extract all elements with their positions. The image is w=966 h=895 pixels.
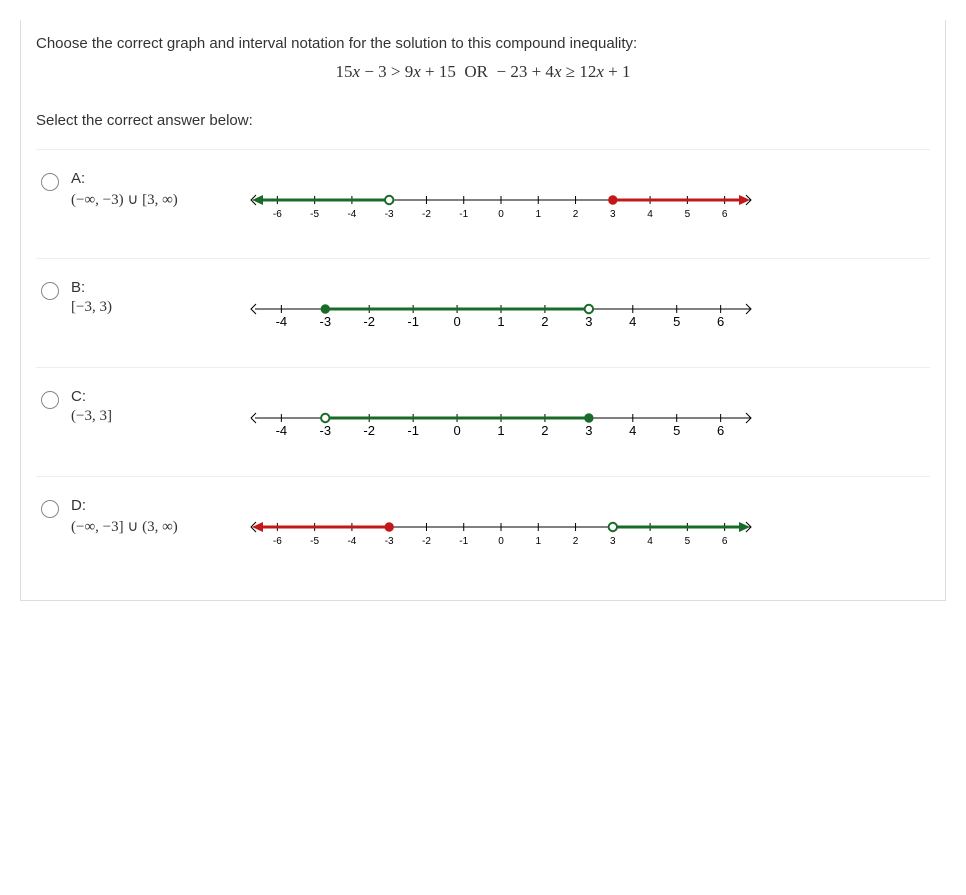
svg-text:4: 4 [629,314,636,329]
svg-text:-3: -3 [385,536,394,547]
svg-text:2: 2 [573,209,579,220]
svg-text:-3: -3 [385,209,394,220]
option-D[interactable]: D: (−∞, −3] ∪ (3, ∞) -6 -5 -4 -3 -2 -1 0 1 2 3 4 5 6 [36,476,930,585]
graph-container: -4 -3 -2 -1 0 1 2 3 4 5 6 [241,279,925,337]
options-list: A:(−∞, −3) ∪ [3, ∞)-6-5-4-3-2-10123456B:… [36,149,930,585]
svg-text:-3: -3 [320,314,332,329]
option-label: D: [71,497,241,514]
number-line-graph: -4 -3 -2 -1 0 1 2 3 4 5 6 [241,406,761,446]
option-label: B: [71,279,241,296]
svg-text:4: 4 [647,209,653,220]
svg-text:6: 6 [722,536,728,547]
svg-text:-1: -1 [407,314,419,329]
svg-text:2: 2 [573,536,579,547]
svg-text:3: 3 [585,423,592,438]
interval-notation: (−3, 3] [71,408,241,425]
svg-text:3: 3 [610,209,616,220]
svg-text:2: 2 [541,423,548,438]
radio-button[interactable] [41,391,59,409]
number-line-graph: -4 -3 -2 -1 0 1 2 3 4 5 6 [241,297,761,337]
svg-text:-4: -4 [347,536,356,547]
svg-text:1: 1 [497,314,504,329]
svg-text:-4: -4 [276,314,288,329]
svg-text:1: 1 [535,209,541,220]
svg-text:-1: -1 [407,423,419,438]
svg-text:-1: -1 [459,536,468,547]
number-line-graph: -6 -5 -4 -3 -2 -1 0 1 2 3 4 5 6 [241,515,761,555]
svg-text:-2: -2 [422,536,431,547]
svg-text:6: 6 [722,209,728,220]
svg-text:0: 0 [498,209,504,220]
svg-text:-1: -1 [459,209,468,220]
svg-text:5: 5 [673,423,680,438]
svg-text:2: 2 [541,314,548,329]
graph-container: -6 -5 -4 -3 -2 -1 0 1 2 3 4 5 6 [241,170,925,228]
option-label: A: [71,170,241,187]
option-C[interactable]: C: (−3, 3] -4 -3 -2 -1 0 1 2 3 4 5 6 [36,367,930,476]
svg-text:-5: -5 [310,209,319,220]
graph-container: -4 -3 -2 -1 0 1 2 3 4 5 6 [241,388,925,446]
option-A[interactable]: A: (−∞, −3) ∪ [3, ∞) -6 -5 -4 -3 -2 -1 0 1 2 3 4 5 6 [36,149,930,258]
svg-text:-6: -6 [273,536,282,547]
svg-text:4: 4 [629,423,636,438]
radio-button[interactable] [41,500,59,518]
svg-text:3: 3 [585,314,592,329]
svg-text:1: 1 [497,423,504,438]
interval-notation: (−∞, −3] ∪ (3, ∞) [71,517,241,536]
svg-text:-2: -2 [363,314,375,329]
svg-text:1: 1 [535,536,541,547]
option-label: C: [71,388,241,405]
svg-text:6: 6 [717,423,724,438]
svg-text:0: 0 [498,536,504,547]
svg-text:-3: -3 [320,423,332,438]
svg-text:-6: -6 [273,209,282,220]
svg-text:4: 4 [647,536,653,547]
question-text: Choose the correct graph and interval no… [36,35,930,52]
svg-text:-2: -2 [422,209,431,220]
svg-text:-2: -2 [363,423,375,438]
equation: 15x − 3 > 9x + 15 OR − 23 + 4x ≥ 12x + 1 [36,62,930,82]
interval-notation: [−3, 3) [71,299,241,316]
radio-button[interactable] [41,282,59,300]
svg-text:5: 5 [685,536,691,547]
svg-text:-4: -4 [347,209,356,220]
radio-button[interactable] [41,173,59,191]
question-card: Choose the correct graph and interval no… [20,20,946,601]
select-prompt: Select the correct answer below: [36,112,930,129]
svg-text:-5: -5 [310,536,319,547]
graph-container: -6 -5 -4 -3 -2 -1 0 1 2 3 4 5 6 [241,497,925,555]
number-line-graph: -6 -5 -4 -3 -2 -1 0 1 2 3 4 5 6 [241,188,761,228]
interval-notation: (−∞, −3) ∪ [3, ∞) [71,190,241,209]
svg-text:6: 6 [717,314,724,329]
svg-text:5: 5 [685,209,691,220]
svg-text:0: 0 [453,314,460,329]
svg-text:5: 5 [673,314,680,329]
svg-text:3: 3 [610,536,616,547]
svg-text:0: 0 [453,423,460,438]
option-B[interactable]: B: [−3, 3) -4 -3 -2 -1 0 1 2 3 4 5 6 [36,258,930,367]
svg-text:-4: -4 [276,423,288,438]
